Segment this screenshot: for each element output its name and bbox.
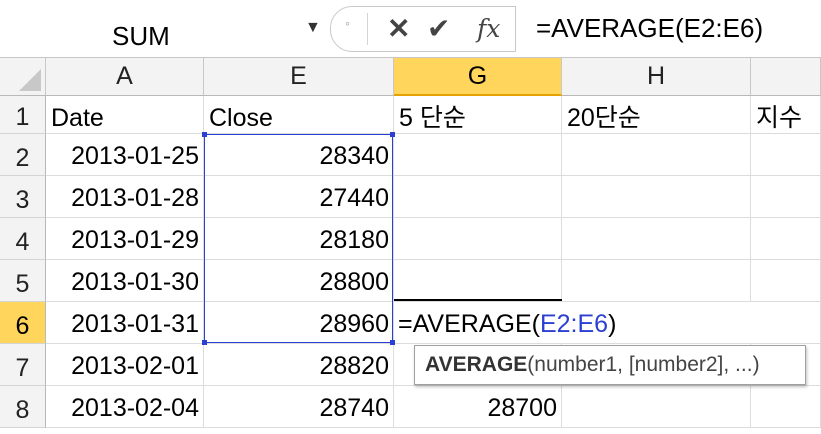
column-header-i[interactable] — [751, 58, 821, 96]
cell-h3[interactable] — [562, 176, 751, 218]
cell-h2[interactable] — [562, 134, 751, 176]
cell-i4[interactable] — [751, 218, 821, 260]
name-box[interactable]: SUM ▼ — [0, 8, 330, 51]
cell-g6-editing[interactable]: =AVERAGE(E2:E6) — [394, 302, 751, 344]
cell-date[interactable]: 2013-02-01 — [46, 344, 204, 386]
cell-i2[interactable] — [751, 134, 821, 176]
cell-date[interactable]: 2013-02-04 — [46, 386, 204, 428]
name-box-value: SUM — [112, 21, 170, 51]
tooltip-arguments: (number1, [number2], ...) — [527, 353, 760, 376]
row-header-1[interactable]: 1 — [0, 96, 46, 134]
row-header-4[interactable]: 4 — [0, 218, 46, 260]
tooltip-function-name[interactable]: AVERAGE — [425, 353, 527, 376]
name-box-dropdown-icon[interactable]: ▼ — [305, 8, 321, 48]
cell-i5[interactable] — [751, 260, 821, 302]
cell-g5[interactable] — [394, 260, 562, 302]
cell-close[interactable]: 28960 — [204, 302, 394, 344]
cell-close[interactable]: 28820 — [204, 344, 394, 386]
cell-date[interactable]: 2013-01-30 — [46, 260, 204, 302]
cell-date[interactable]: 2013-01-31 — [46, 302, 204, 344]
select-all-corner[interactable] — [0, 58, 46, 96]
cell-g3[interactable] — [394, 176, 562, 218]
cell-h1[interactable]: 20단순 — [562, 96, 751, 134]
cell-g1[interactable]: 5 단순 — [394, 96, 562, 134]
cell-close[interactable]: 28740 — [204, 386, 394, 428]
row-header-8[interactable]: 8 — [0, 386, 46, 428]
row-header-5[interactable]: 5 — [0, 260, 46, 302]
row-header-3[interactable]: 3 — [0, 176, 46, 218]
splitter-handle-icon[interactable]: ◦ — [345, 15, 350, 31]
column-header-h[interactable]: H — [562, 58, 751, 96]
function-tooltip: AVERAGE(number1, [number2], ...) — [414, 345, 806, 385]
editing-formula-reference: E2:E6 — [539, 310, 609, 338]
cell-date[interactable]: 2013-01-29 — [46, 218, 204, 260]
cell-g2[interactable] — [394, 134, 562, 176]
cell-close[interactable]: 28340 — [204, 134, 394, 176]
editing-formula-prefix: =AVERAGE( — [398, 310, 540, 338]
column-header-e[interactable]: E — [204, 58, 394, 96]
cell-g8[interactable]: 28700 — [394, 386, 562, 428]
cell-i3[interactable] — [751, 176, 821, 218]
formula-buttons: ◦ ✕ ✔ fx — [330, 6, 516, 52]
active-cell-border — [394, 299, 562, 301]
cell-close[interactable]: 28180 — [204, 218, 394, 260]
row-header-2[interactable]: 2 — [0, 134, 46, 176]
cell-i8[interactable] — [751, 386, 821, 428]
cell-close[interactable]: 28800 — [204, 260, 394, 302]
column-header-g[interactable]: G — [394, 58, 562, 96]
insert-function-icon[interactable]: fx — [477, 10, 500, 48]
cell-close[interactable]: 27440 — [204, 176, 394, 218]
cell-e1[interactable]: Close — [204, 96, 394, 134]
editing-formula-suffix: ) — [608, 310, 617, 338]
row-header-7[interactable]: 7 — [0, 344, 46, 386]
cell-h8[interactable] — [562, 386, 751, 428]
cell-i1[interactable]: 지수 — [751, 96, 821, 134]
formula-input[interactable]: =AVERAGE(E2:E6) — [515, 6, 821, 50]
cell-g4[interactable] — [394, 218, 562, 260]
row-header-6[interactable]: 6 — [0, 302, 46, 344]
formula-text: =AVERAGE(E2:E6) — [536, 13, 764, 43]
cell-date[interactable]: 2013-01-25 — [46, 134, 204, 176]
cell-h5[interactable] — [562, 260, 751, 302]
cell-date[interactable]: 2013-01-28 — [46, 176, 204, 218]
enter-icon[interactable]: ✔ — [427, 10, 450, 48]
cell-a1[interactable]: Date — [46, 96, 204, 134]
cell-h4[interactable] — [562, 218, 751, 260]
column-header-a[interactable]: A — [46, 58, 204, 96]
cancel-icon[interactable]: ✕ — [387, 10, 410, 48]
cell-i6[interactable] — [751, 302, 821, 344]
formula-bar: SUM ▼ ◦ ✕ ✔ fx =AVERAGE(E2:E6) — [0, 0, 821, 58]
